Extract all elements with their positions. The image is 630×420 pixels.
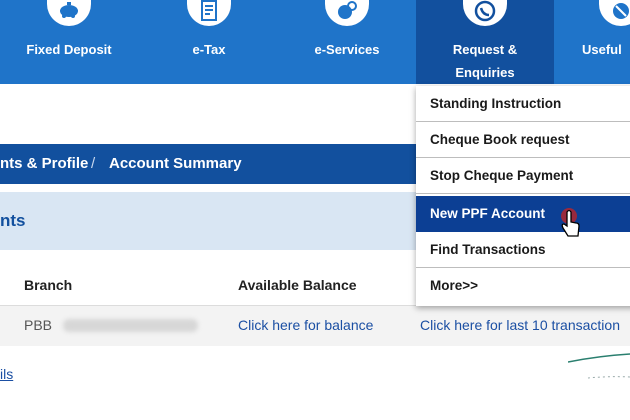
menu-item-stop-cheque-payment[interactable]: Stop Cheque Payment <box>416 158 630 194</box>
breadcrumb-separator: / <box>91 155 96 172</box>
menu-item-new-ppf-account[interactable]: New PPF Account <box>416 196 630 232</box>
e-services-icon <box>325 0 369 26</box>
branch-cell: PBB <box>24 317 53 333</box>
request-enquiries-dropdown: Standing Instruction Cheque Book request… <box>416 86 630 306</box>
nav-item-useful[interactable]: Useful <box>556 0 630 84</box>
nav-item-request-enquiries[interactable]: Request & Enquiries <box>416 0 554 84</box>
nav-label: Fixed Deposit <box>26 42 112 57</box>
nav-item-e-services[interactable]: e-Services <box>278 0 416 84</box>
pen-annotation-mark <box>568 353 630 379</box>
tax-document-icon <box>187 0 231 26</box>
last-transactions-link[interactable]: Click here for last 10 transaction <box>420 310 620 340</box>
breadcrumb-item-profile[interactable]: nts & Profile <box>0 144 88 184</box>
nav-label: Request & Enquiries <box>452 42 518 80</box>
nav-label: Useful <box>582 42 622 57</box>
menu-item-standing-instruction[interactable]: Standing Instruction <box>416 86 630 122</box>
menu-item-find-transactions[interactable]: Find Transactions <box>416 232 630 268</box>
breadcrumb-item-account-summary[interactable]: Account Summary <box>109 144 242 184</box>
piggy-bank-icon <box>47 0 91 26</box>
section-title: nts <box>0 211 26 230</box>
column-header-branch: Branch <box>24 277 73 293</box>
nav-label: e-Tax <box>192 42 226 57</box>
menu-item-more[interactable]: More>> <box>416 268 630 304</box>
balance-link[interactable]: Click here for balance <box>238 310 373 340</box>
column-header-available-balance: Available Balance <box>238 277 357 293</box>
page: Fixed Deposit e-Tax e-Services Request &… <box>0 0 630 420</box>
redacted-branch-code <box>63 319 198 332</box>
nav-item-fixed-deposit[interactable]: Fixed Deposit <box>0 0 138 84</box>
useful-links-icon <box>599 0 630 26</box>
nav-item-e-tax[interactable]: e-Tax <box>140 0 278 84</box>
menu-item-cheque-book-request[interactable]: Cheque Book request <box>416 122 630 158</box>
top-navigation-bar: Fixed Deposit e-Tax e-Services Request &… <box>0 0 630 84</box>
hand-pointer-cursor-icon <box>561 208 580 237</box>
details-link[interactable]: ils <box>0 360 13 388</box>
nav-label: e-Services <box>314 42 380 57</box>
request-enquiries-icon <box>463 0 507 26</box>
